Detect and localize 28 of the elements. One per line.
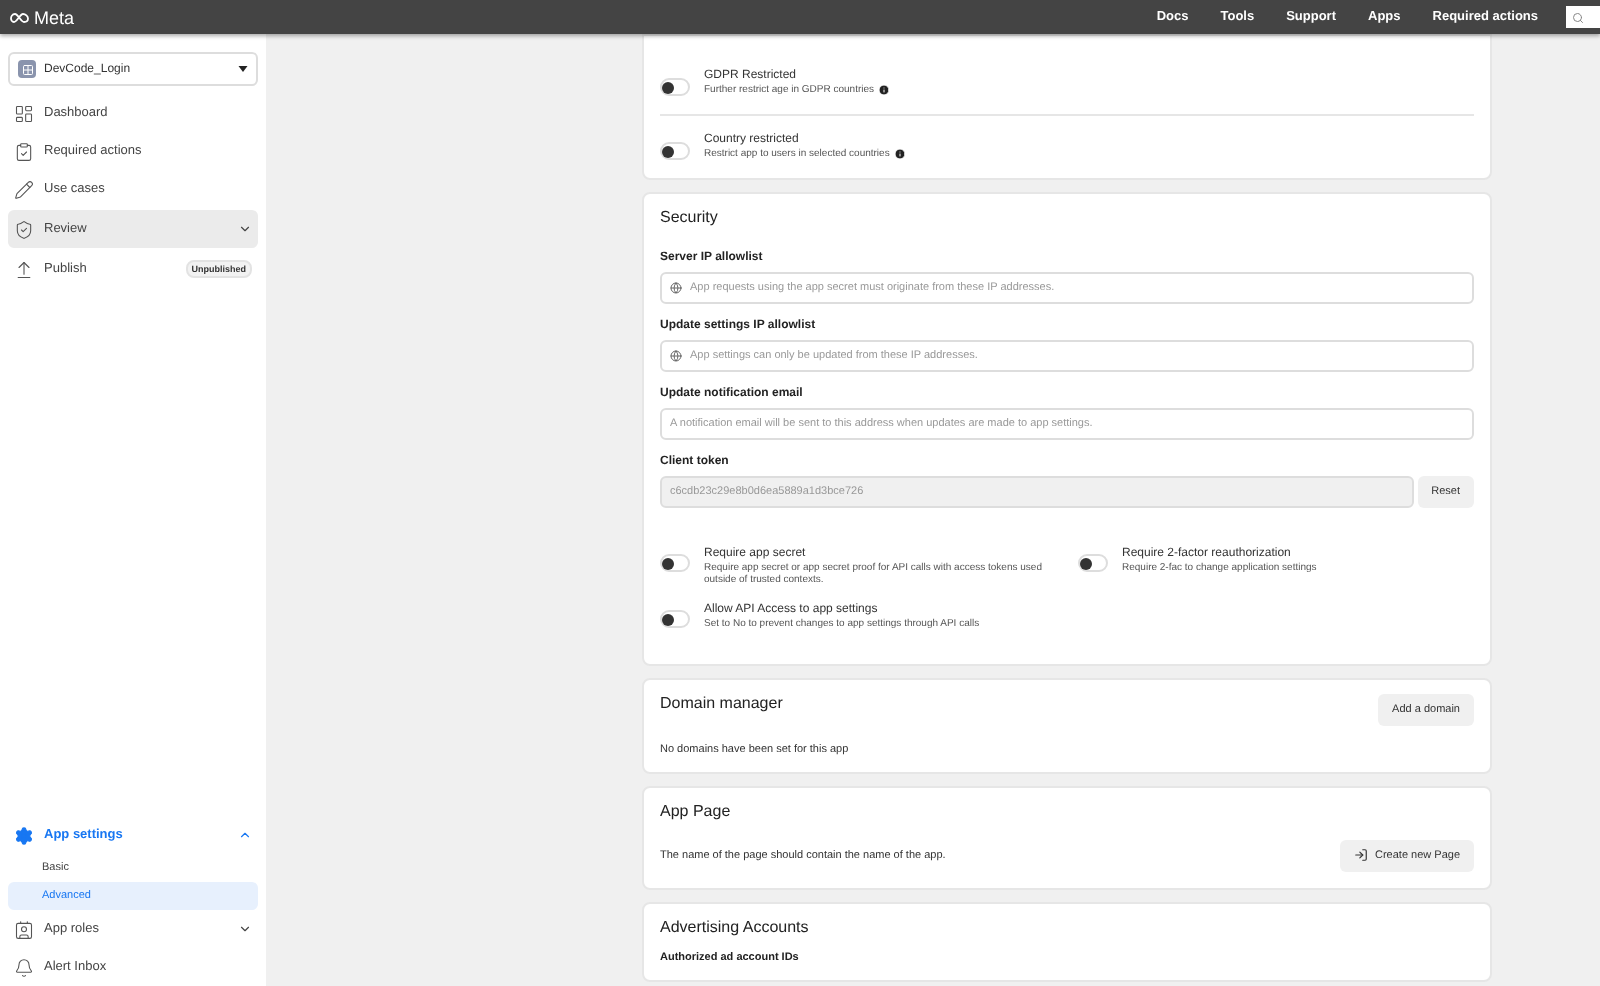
app-icon (18, 60, 36, 78)
toggle-switch[interactable] (660, 553, 690, 571)
sidebar-icon (14, 825, 34, 845)
sidebar-icon (14, 179, 34, 199)
sidebar-icon (14, 141, 34, 161)
page-enter-icon (1353, 848, 1367, 863)
infinity-logo-icon (10, 11, 30, 23)
toggle-switch[interactable] (660, 610, 690, 628)
sidebar-icon (14, 957, 34, 977)
toggle-switch[interactable] (1078, 553, 1108, 571)
globe-icon (670, 281, 682, 293)
sidebar-icon (14, 919, 34, 939)
search-field[interactable] (1566, 6, 1600, 28)
sidebar-icon (14, 259, 34, 279)
search-icon (1572, 11, 1584, 23)
toggle-switch[interactable] (660, 141, 690, 160)
caret-icon (238, 66, 248, 72)
section-title: App Page (660, 801, 733, 820)
sidebar-icon (14, 103, 34, 123)
meta-logo[interactable]: Meta (10, 7, 75, 27)
section-title: Advertising Accounts (660, 917, 811, 936)
section-title: Security (660, 207, 720, 225)
sidebar-icon (14, 219, 34, 239)
info-icon[interactable] (878, 84, 891, 97)
info-icon[interactable] (893, 148, 906, 161)
toggle-switch[interactable] (660, 78, 690, 96)
section-title: Domain manager (660, 693, 783, 712)
globe-icon (670, 349, 682, 361)
